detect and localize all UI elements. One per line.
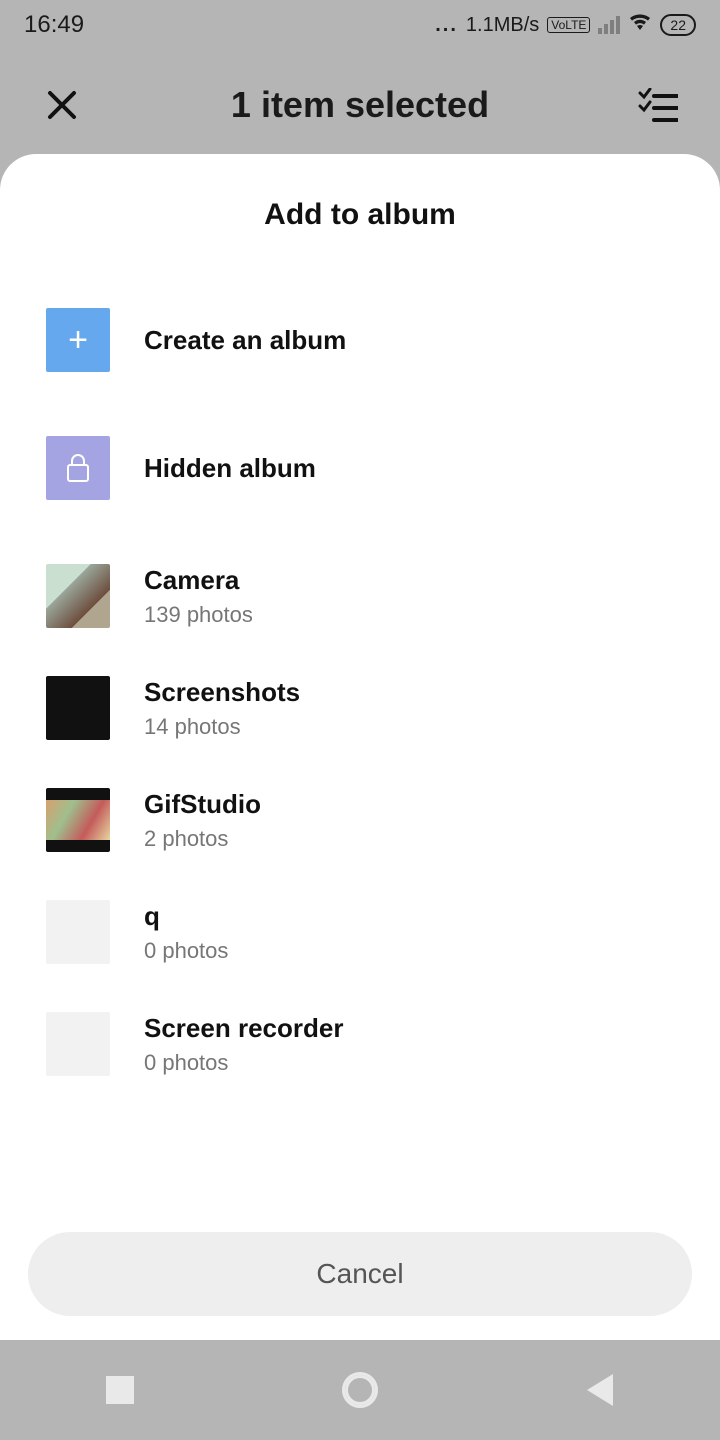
selection-app-bar: 1 item selected bbox=[0, 60, 720, 150]
album-thumb bbox=[46, 1012, 110, 1076]
create-album-row[interactable]: + Create an album bbox=[46, 284, 690, 396]
lock-icon bbox=[46, 436, 110, 500]
album-count: 2 photos bbox=[144, 826, 261, 852]
album-name: GifStudio bbox=[144, 789, 261, 820]
album-row-gifstudio[interactable]: GifStudio 2 photos bbox=[46, 764, 690, 876]
signal-icon bbox=[598, 16, 620, 34]
album-row-q[interactable]: q 0 photos bbox=[46, 876, 690, 988]
nav-bar bbox=[0, 1340, 720, 1440]
sheet-title: Add to album bbox=[0, 198, 720, 232]
close-icon[interactable] bbox=[40, 83, 84, 127]
album-thumb bbox=[46, 900, 110, 964]
album-count: 14 photos bbox=[144, 714, 300, 740]
recents-button[interactable] bbox=[60, 1360, 180, 1420]
album-count: 139 photos bbox=[144, 602, 253, 628]
album-name: q bbox=[144, 901, 228, 932]
volte-icon: VoLTE bbox=[547, 17, 590, 33]
battery-icon: 22 bbox=[660, 14, 696, 36]
cancel-button[interactable]: Cancel bbox=[28, 1232, 692, 1316]
wifi-icon bbox=[628, 12, 652, 38]
album-name: Screen recorder bbox=[144, 1013, 343, 1044]
album-row-screen-recorder[interactable]: Screen recorder 0 photos bbox=[46, 988, 690, 1100]
dots-icon bbox=[435, 14, 458, 37]
status-time: 16:49 bbox=[24, 11, 84, 39]
album-name: Camera bbox=[144, 565, 253, 596]
home-button[interactable] bbox=[300, 1360, 420, 1420]
album-row-screenshots[interactable]: Screenshots 14 photos bbox=[46, 652, 690, 764]
add-to-album-sheet: Add to album + Create an album Hidden al… bbox=[0, 154, 720, 1340]
album-name: Screenshots bbox=[144, 677, 300, 708]
hidden-album-label: Hidden album bbox=[144, 453, 316, 484]
album-count: 0 photos bbox=[144, 1050, 343, 1076]
appbar-title: 1 item selected bbox=[231, 84, 489, 126]
back-button[interactable] bbox=[540, 1360, 660, 1420]
album-row-camera[interactable]: Camera 139 photos bbox=[46, 540, 690, 652]
plus-icon: + bbox=[46, 308, 110, 372]
status-bar: 16:49 1.1MB/s VoLTE 22 bbox=[0, 0, 720, 50]
album-count: 0 photos bbox=[144, 938, 228, 964]
album-thumb bbox=[46, 564, 110, 628]
hidden-album-row[interactable]: Hidden album bbox=[46, 412, 690, 524]
album-thumb bbox=[46, 788, 110, 852]
create-album-label: Create an album bbox=[144, 325, 346, 356]
album-thumb bbox=[46, 676, 110, 740]
select-all-icon[interactable] bbox=[636, 83, 680, 127]
status-speed: 1.1MB/s bbox=[466, 14, 539, 37]
album-list[interactable]: + Create an album Hidden album Camera bbox=[0, 284, 720, 1210]
